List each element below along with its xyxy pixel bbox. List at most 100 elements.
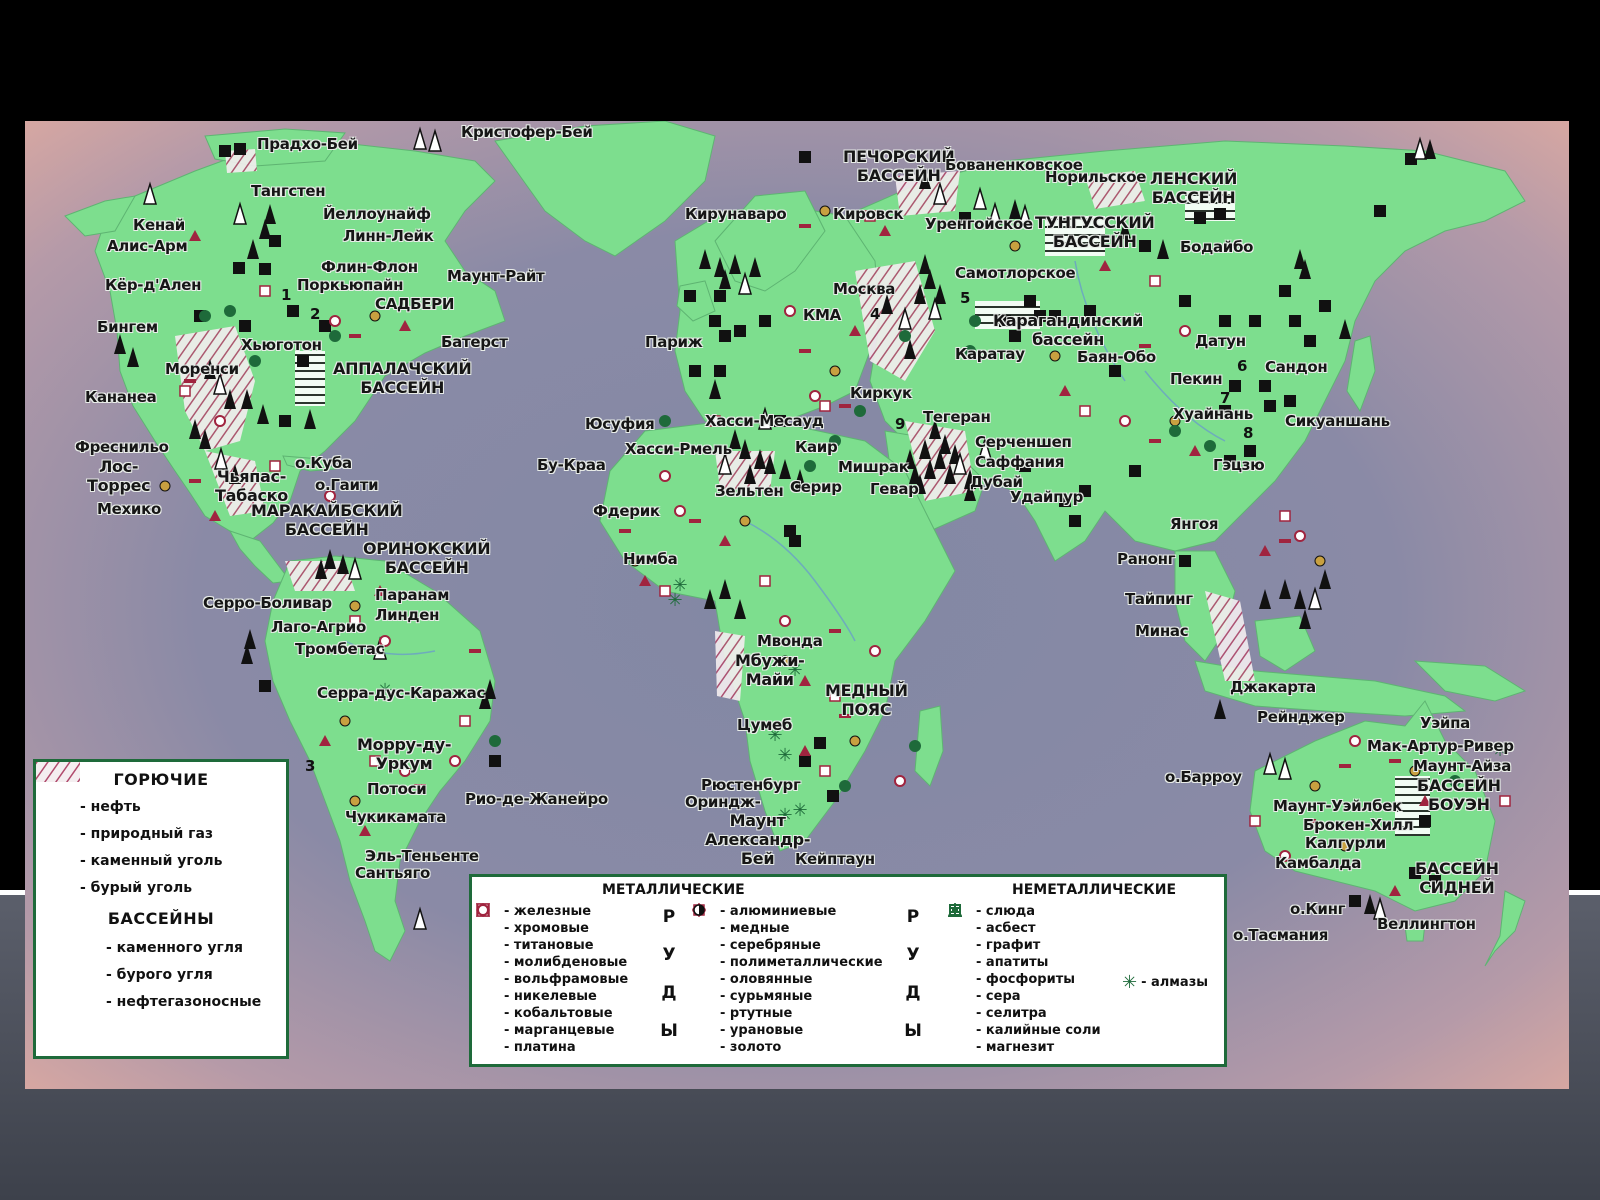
diamond-icon: ✳ — [777, 745, 792, 766]
metallic-ore-label: - кобальтовые — [504, 1006, 613, 1021]
label-mbuji: Мбужи- Майи — [735, 651, 805, 689]
metallic-ore-symbol-icon — [693, 904, 705, 916]
label-canonea: Кананеа — [85, 388, 157, 406]
coal-icon — [234, 143, 246, 155]
nonmetallic-ore-label: - калийные соли — [976, 1023, 1101, 1038]
nonmetallic-ore-row: - магнезит — [948, 904, 1118, 1056]
gold-icon — [1049, 350, 1061, 362]
region-number: 9 — [895, 415, 906, 433]
nonmetallic-ore-row: - калийные соли — [948, 904, 1118, 1039]
iron-ore-icon — [849, 325, 861, 336]
metallic-ore-row: - никелевые — [476, 904, 676, 1005]
nonmetallic-ore-row: - слюда — [948, 903, 1118, 920]
bauxite-icon — [819, 400, 831, 412]
gas-icon — [213, 446, 229, 470]
platinum-icon — [809, 390, 821, 402]
oil-icon — [914, 284, 926, 304]
legend-coal-basin-label: - каменного угля — [106, 939, 244, 956]
metallic-ore-row: - молибденовые — [476, 904, 676, 971]
platinum-icon — [329, 315, 341, 327]
iron-ore-icon — [1389, 885, 1401, 896]
label-mishrak: Мишрак — [838, 458, 909, 476]
metallic-ore-label: - вольфрамовые — [504, 972, 629, 987]
metallic-ore-row: - серебряные — [692, 904, 912, 954]
legend-row-lignite: - бурый уголь — [36, 762, 286, 901]
label-linden: Линден — [375, 606, 440, 624]
region-number: 5 — [960, 289, 971, 307]
label-samotlor: Самотлорское — [955, 264, 1076, 282]
copper-icon — [799, 349, 811, 353]
metallic-ore-label: - марганцевые — [504, 1023, 615, 1038]
label-paris: Париж — [645, 333, 703, 351]
metallic-ore-label: - хромовые — [504, 921, 589, 936]
metallic-ore-label: - сурьмяные — [720, 989, 813, 1004]
label-nimba: Нимба — [623, 550, 678, 568]
legend-metallic-title: МЕТАЛЛИЧЕСКИЕ — [602, 882, 745, 898]
region-number: 6 — [1237, 357, 1248, 375]
label-derik: Фдерик — [593, 502, 660, 520]
oil-icon — [257, 404, 269, 424]
platinum-icon — [784, 305, 796, 317]
coal-icon — [1304, 335, 1316, 347]
oil-icon — [114, 334, 126, 354]
label-bayan-obo: Баян-Обо — [1077, 348, 1156, 366]
platinum-icon — [869, 645, 881, 657]
oil-icon — [699, 249, 711, 269]
platinum-icon — [1349, 735, 1361, 747]
metallic-ore-row: - хромовые — [476, 903, 676, 937]
legend-col-metallic-2: - алюминиевые - медные - серебряные - полим… — [692, 903, 912, 1056]
label-alice-arm: Алис-Арм — [107, 237, 188, 255]
legend-row-oilgas-basin: - нефтегазоносные — [36, 762, 286, 1015]
bauxite-icon — [459, 715, 471, 727]
oil-icon — [337, 554, 349, 574]
oil-icon — [1339, 319, 1351, 339]
metallic-ore-row: - кобальтовые — [476, 903, 676, 1022]
metallic-ore-row: - марганцевые — [476, 903, 676, 1039]
label-tunguska: ТУНГУССКИЙ БАССЕЙН — [1035, 213, 1155, 251]
coal-icon — [1024, 295, 1036, 307]
gold-icon — [829, 365, 841, 377]
oil-icon — [729, 254, 741, 274]
gold-icon — [739, 515, 751, 527]
region-number: 8 — [1243, 424, 1254, 442]
label-jakarta: Джакарта — [1230, 678, 1316, 696]
legend-fuel: ГОРЮЧИЕ - нефть - природный газ - каменн… — [33, 759, 289, 1059]
phosphorite-icon — [1204, 440, 1216, 452]
label-sandong: Сандон — [1265, 358, 1328, 376]
coal-icon — [297, 355, 309, 367]
metallic-ore-label: - железные — [504, 904, 592, 919]
label-urengoy: Уренгойское — [925, 215, 1033, 233]
phosphorite-icon — [854, 405, 866, 417]
gas-icon — [1307, 586, 1323, 610]
legend-nonmetallic-title: НЕМЕТАЛЛИЧЕСКИЕ — [1012, 882, 1177, 898]
nonmetallic-ore-label: - асбест — [976, 921, 1036, 936]
label-ranger: Рейнджер — [1257, 708, 1345, 726]
nonmetallic-ore-row: - асбест — [948, 904, 1118, 937]
label-serchenshe: Серченшеп — [975, 433, 1072, 451]
iron-ore-icon — [719, 535, 731, 546]
nonmetallic-ore-row: - селитра — [948, 904, 1118, 1022]
legend-row-lignite-basin: - бурого угля — [36, 764, 286, 988]
metallic-ore-row: - золото — [692, 904, 912, 1056]
region-number: 2 — [310, 305, 321, 323]
gas-icon — [412, 906, 428, 930]
oil-icon — [704, 589, 716, 609]
coal-icon — [1284, 395, 1296, 407]
iron-ore-icon — [1099, 260, 1111, 271]
phosphorite-icon — [899, 330, 911, 342]
label-ranong: Ранонг — [1117, 550, 1176, 568]
label-rio: Рио-де-Жанейро — [465, 790, 608, 808]
coal-icon — [1214, 208, 1226, 220]
coal-icon — [1264, 400, 1276, 412]
nonmetallic-ore-label: - фосфориты — [976, 972, 1075, 987]
platinum-icon — [894, 775, 906, 787]
coal-icon — [1259, 380, 1271, 392]
legend-oilgas-basin-label: - нефтегазоносные — [106, 993, 262, 1010]
label-trombetas: Тромбетас — [295, 640, 385, 658]
label-bu-craa: Бу-Краа — [537, 456, 606, 474]
label-yellowknife: Йеллоунайф — [323, 205, 431, 223]
label-mount-wright: Маунт-Райт — [447, 267, 545, 285]
legend-diamonds-label: - алмазы — [1141, 975, 1209, 990]
oil-icon — [904, 339, 916, 359]
coal-icon — [789, 535, 801, 547]
